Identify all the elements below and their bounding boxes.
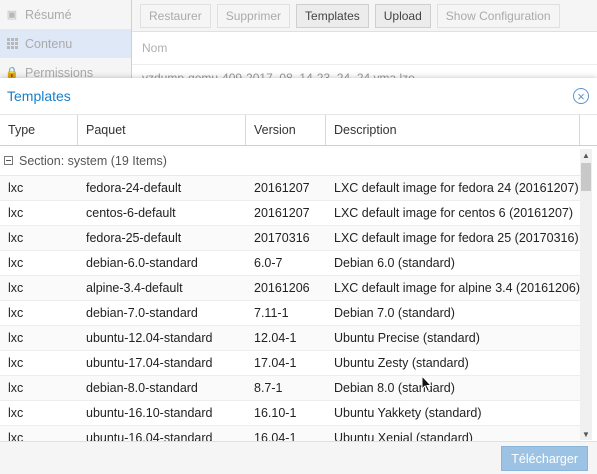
cell-description: Ubuntu Yakkety (standard) [334, 406, 482, 420]
cell-description: Debian 6.0 (standard) [334, 256, 455, 270]
cell-type: lxc [8, 256, 24, 270]
grid-header: Type Paquet Version Description [0, 115, 597, 146]
grid-body: Section: system (19 Items) lxc fedora-24-… [0, 146, 580, 442]
column-header-type[interactable]: Type [0, 115, 78, 145]
download-button[interactable]: Télécharger [501, 446, 588, 471]
cell-type: lxc [8, 206, 24, 220]
cell-version: 12.04-1 [254, 331, 297, 345]
cell-package: debian-8.0-standard [86, 381, 198, 395]
cell-type: lxc [8, 406, 24, 420]
cell-package: fedora-25-default [86, 231, 182, 245]
template-row[interactable]: lxc debian-6.0-standard 6.0-7 Debian 6.0 (s… [0, 251, 580, 276]
cell-package: ubuntu-12.04-standard [86, 331, 213, 345]
scroll-thumb[interactable] [581, 163, 591, 191]
cell-type: lxc [8, 381, 24, 395]
cell-description: LXC default image for fedora 24 (2016120… [334, 181, 579, 195]
column-header-version[interactable]: Version [246, 115, 326, 145]
name-column-header[interactable]: Nom [132, 32, 597, 65]
delete-button[interactable]: Supprimer [216, 3, 291, 28]
template-row[interactable]: lxc centos-6-default 20161207 LXC default i… [0, 201, 580, 226]
template-row[interactable]: lxc fedora-24-default 20161207 LXC default … [0, 176, 580, 201]
scroll-down-icon[interactable]: ▼ [580, 428, 592, 440]
scroll-up-icon[interactable]: ▲ [580, 149, 592, 161]
cell-description: LXC default image for fedora 25 (2017031… [334, 231, 579, 245]
cell-description: Debian 7.0 (standard) [334, 306, 455, 320]
dialog-header: Templates × [0, 78, 597, 115]
content-toolbar: Restaurer Supprimer Templates Upload Sho… [132, 0, 597, 32]
cell-description: LXC default image for alpine 3.4 (201612… [334, 281, 580, 295]
nav-item-label: Contenu [25, 36, 73, 51]
nav-item-content[interactable]: Contenu [0, 29, 131, 58]
cell-type: lxc [8, 306, 24, 320]
cell-package: alpine-3.4-default [86, 281, 183, 295]
column-header-package[interactable]: Paquet [78, 115, 246, 145]
template-row[interactable]: lxc ubuntu-17.04-standard 17.04-1 Ubuntu Ze… [0, 351, 580, 376]
cell-type: lxc [8, 356, 24, 370]
grid-icon [5, 37, 19, 51]
nav-item-label: Résumé [25, 7, 72, 22]
template-row[interactable]: lxc ubuntu-16.10-standard 16.10-1 Ubuntu Ya… [0, 401, 580, 426]
template-row[interactable]: lxc fedora-25-default 20170316 LXC default … [0, 226, 580, 251]
cell-description: Ubuntu Precise (standard) [334, 331, 480, 345]
close-icon[interactable]: × [573, 88, 589, 104]
column-header-description[interactable]: Description [326, 115, 580, 145]
cell-type: lxc [8, 231, 24, 245]
cell-version: 20161207 [254, 181, 310, 195]
section-label: Section: system (19 Items) [19, 153, 167, 168]
cell-package: centos-6-default [86, 206, 176, 220]
cell-package: fedora-24-default [86, 181, 182, 195]
cell-version: 20170316 [254, 231, 310, 245]
template-row[interactable]: lxc ubuntu-16.04-standard 16.04-1 Ubuntu Xe… [0, 426, 580, 442]
dialog-title: Templates [7, 88, 71, 104]
cell-version: 20161206 [254, 281, 310, 295]
cell-package: ubuntu-17.04-standard [86, 356, 213, 370]
cell-package: ubuntu-16.10-standard [86, 406, 213, 420]
cell-package: debian-7.0-standard [86, 306, 198, 320]
cell-type: lxc [8, 281, 24, 295]
cell-type: lxc [8, 331, 24, 345]
cell-package: debian-6.0-standard [86, 256, 198, 270]
templates-grid: Type Paquet Version Description Section:… [0, 115, 597, 442]
dialog-footer: Télécharger [0, 441, 597, 474]
restore-button[interactable]: Restaurer [140, 3, 211, 28]
cell-version: 17.04-1 [254, 356, 297, 370]
upload-button[interactable]: Upload [374, 3, 431, 28]
cell-version: 20161207 [254, 206, 310, 220]
nav-item-summary[interactable]: ▣ Résumé [0, 0, 131, 29]
template-row[interactable]: lxc debian-7.0-standard 7.11-1 Debian 7.0 (… [0, 301, 580, 326]
book-icon: ▣ [6, 9, 18, 21]
cell-description: LXC default image for centos 6 (20161207… [334, 206, 574, 220]
cell-version: 6.0-7 [254, 256, 283, 270]
cell-version: 8.7-1 [254, 381, 283, 395]
mouse-pointer-icon [421, 375, 433, 393]
cell-description: Debian 8.0 (standard) [334, 381, 455, 395]
collapse-icon[interactable] [4, 156, 13, 165]
templates-dialog: Templates × Type Paquet Version Descript… [0, 78, 597, 474]
cell-description: Ubuntu Zesty (standard) [334, 356, 469, 370]
template-row[interactable]: lxc ubuntu-12.04-standard 12.04-1 Ubuntu Pr… [0, 326, 580, 351]
show-configuration-button[interactable]: Show Configuration [436, 3, 560, 28]
template-row[interactable]: lxc debian-8.0-standard 8.7-1 Debian 8.0 (s… [0, 376, 580, 401]
template-row[interactable]: lxc alpine-3.4-default 20161206 LXC default… [0, 276, 580, 301]
cell-type: lxc [8, 181, 24, 195]
section-group-header[interactable]: Section: system (19 Items) [0, 146, 580, 176]
grid-scrollbar[interactable]: ▲ ▼ [580, 149, 592, 440]
templates-button[interactable]: Templates [296, 3, 369, 28]
cell-version: 16.10-1 [254, 406, 297, 420]
cell-version: 7.11-1 [254, 306, 289, 320]
